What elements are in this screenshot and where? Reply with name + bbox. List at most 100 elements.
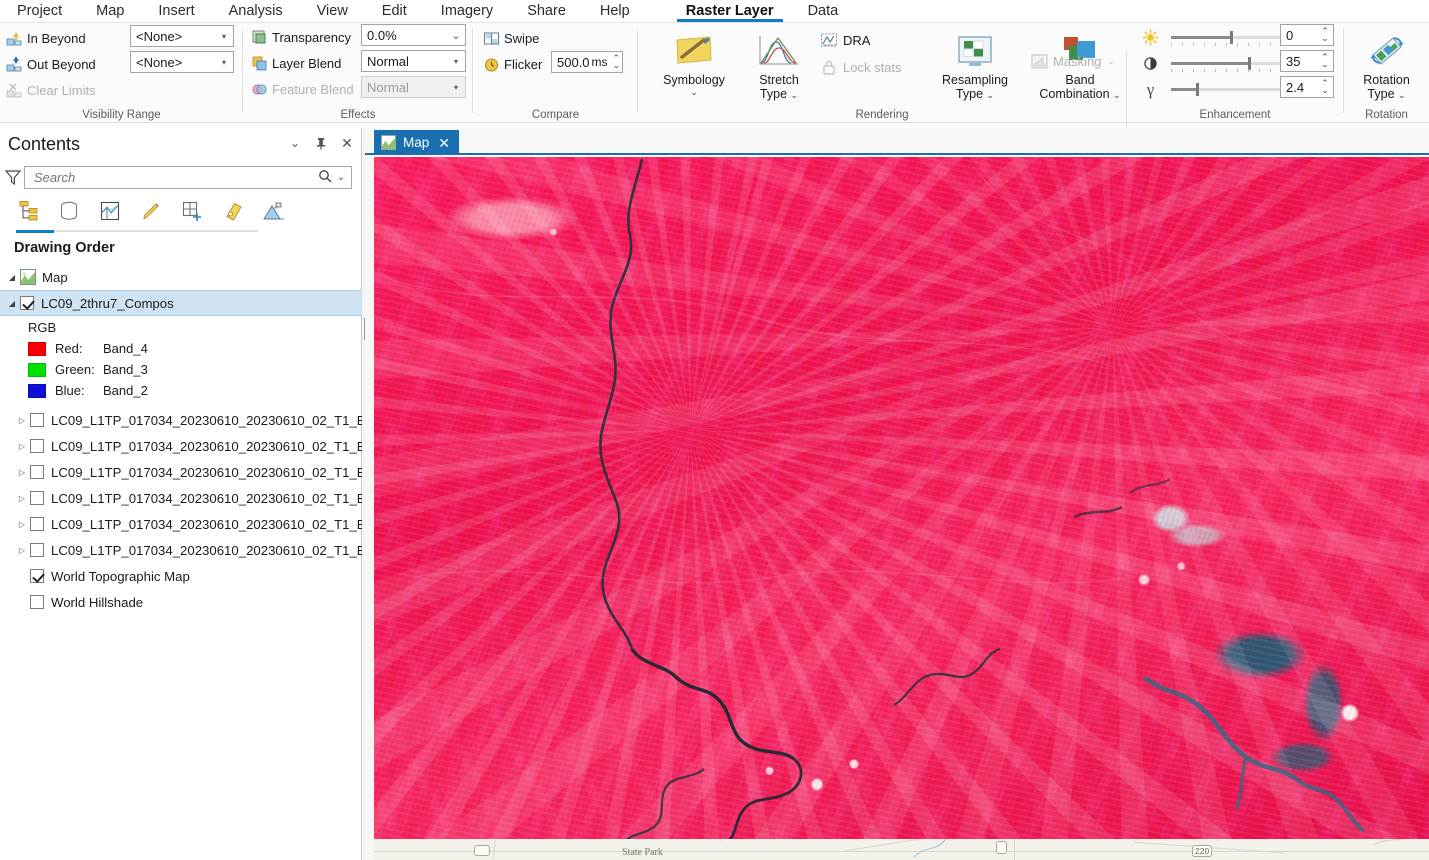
layer-visibility-checkbox[interactable] bbox=[30, 543, 44, 557]
expander-icon[interactable]: ▷ bbox=[14, 416, 30, 425]
chevron-down-icon: ▾ bbox=[221, 31, 226, 41]
contents-menu-button[interactable]: ⌄ bbox=[288, 136, 302, 150]
map-canvas[interactable]: State Park 220 bbox=[374, 157, 1429, 860]
tree-node-map[interactable]: ◢ Map bbox=[0, 264, 362, 290]
brightness-value: 0 bbox=[1286, 27, 1294, 43]
close-icon[interactable]: ✕ bbox=[436, 136, 450, 150]
list-by-drawing-order-icon[interactable] bbox=[16, 199, 40, 223]
gamma-track[interactable] bbox=[1171, 83, 1289, 96]
ribbon-tab-analysis[interactable]: Analysis bbox=[212, 0, 300, 22]
tree-node-composite-layer[interactable]: ◢ LC09_2thru7_Compos bbox=[0, 290, 362, 316]
list-by-labeling-icon[interactable] bbox=[221, 199, 245, 223]
expander-icon[interactable]: ▷ bbox=[14, 520, 30, 529]
flicker-row[interactable]: Flicker bbox=[483, 52, 542, 76]
ribbon-tab-view[interactable]: View bbox=[300, 0, 365, 22]
layer-visibility-checkbox[interactable] bbox=[30, 517, 44, 531]
tab-map[interactable]: Map ✕ bbox=[374, 130, 459, 155]
ribbon-tab-help[interactable]: Help bbox=[583, 0, 647, 22]
expander-icon[interactable]: ▷ bbox=[14, 494, 30, 503]
ribbon-tab-project[interactable]: Project bbox=[0, 0, 79, 22]
in-beyond-row[interactable]: In Beyond bbox=[6, 26, 126, 50]
stretch-type-button[interactable]: Stretch Type ⌄ bbox=[746, 29, 812, 102]
ribbon-tab-raster-layer[interactable]: Raster Layer bbox=[669, 0, 791, 22]
chevron-down-icon[interactable]: ⌄ bbox=[1107, 56, 1115, 67]
contents-close-button[interactable]: ✕ bbox=[340, 135, 354, 151]
brightness-stepper[interactable]: ⌃ ⌄ bbox=[1318, 27, 1332, 43]
gamma-stepper[interactable]: ⌃ ⌄ bbox=[1318, 79, 1332, 95]
search-input[interactable] bbox=[32, 168, 316, 186]
dra-button[interactable]: DRA bbox=[820, 28, 870, 52]
transparency-combo[interactable]: 0.0% ⌄ bbox=[361, 24, 466, 46]
gamma-slider-row[interactable]: γ bbox=[1142, 77, 1297, 102]
chevron-down-icon[interactable]: ⌄ bbox=[791, 90, 799, 100]
list-item[interactable]: ▷ LC09_L1TP_017034_20230610_20230610_02_… bbox=[0, 511, 396, 537]
symbology-button[interactable]: Symbology ⌄ bbox=[648, 29, 740, 98]
chevron-down-icon[interactable]: ⌄ bbox=[987, 90, 995, 100]
swipe-button[interactable]: Swipe bbox=[483, 26, 539, 50]
flicker-value: 500.0 bbox=[557, 54, 590, 70]
layer-visibility-checkbox[interactable] bbox=[30, 439, 44, 453]
list-by-snapping-icon[interactable] bbox=[180, 199, 204, 223]
expander-icon[interactable]: ▷ bbox=[14, 546, 30, 555]
gamma-thumb[interactable] bbox=[1196, 83, 1199, 96]
expander-icon[interactable]: ◢ bbox=[4, 299, 20, 308]
ribbon-tab-insert[interactable]: Insert bbox=[141, 0, 211, 22]
chevron-down-icon[interactable]: ⌄ bbox=[1113, 90, 1121, 100]
layer-visibility-checkbox[interactable] bbox=[30, 491, 44, 505]
contrast-spinbox[interactable]: 35 ⌃ ⌄ bbox=[1280, 50, 1334, 72]
search-box[interactable]: ⌄ bbox=[24, 165, 352, 189]
list-item[interactable]: World Hillshade bbox=[0, 589, 362, 615]
list-by-selection-icon[interactable] bbox=[98, 199, 122, 223]
list-item[interactable]: ▷ LC09_L1TP_017034_20230610_20230610_02_… bbox=[0, 433, 396, 459]
ribbon-tab-share[interactable]: Share bbox=[510, 0, 583, 22]
contrast-stepper[interactable]: ⌃ ⌄ bbox=[1318, 53, 1332, 69]
ribbon-tab-imagery[interactable]: Imagery bbox=[424, 0, 510, 22]
brightness-track[interactable] bbox=[1171, 31, 1289, 46]
contrast-slider-row[interactable] bbox=[1142, 51, 1297, 76]
layer-visibility-checkbox[interactable] bbox=[20, 296, 34, 310]
layer-visibility-checkbox[interactable] bbox=[30, 569, 44, 583]
filter-icon[interactable] bbox=[2, 166, 24, 188]
expander-icon[interactable]: ▷ bbox=[14, 468, 30, 477]
flicker-stepper[interactable]: ⌃ ⌄ bbox=[612, 54, 621, 70]
search-icon[interactable] bbox=[316, 169, 334, 186]
lock-stats-button[interactable]: Lock stats bbox=[820, 55, 902, 79]
resampling-type-button[interactable]: Resampling Type ⌄ bbox=[930, 29, 1020, 102]
flicker-spinbox[interactable]: 500.0 ms ⌃ ⌄ bbox=[551, 51, 623, 73]
gamma-spinbox[interactable]: 2.4 ⌃ ⌄ bbox=[1280, 76, 1334, 98]
ribbon-tab-edit[interactable]: Edit bbox=[365, 0, 424, 22]
ribbon-tab-data[interactable]: Data bbox=[791, 0, 856, 22]
contents-pin-button[interactable] bbox=[314, 136, 328, 150]
chevron-down-icon[interactable]: ⌄ bbox=[334, 172, 348, 183]
layer-visibility-checkbox[interactable] bbox=[30, 595, 44, 609]
flicker-units: ms bbox=[591, 55, 608, 69]
chevron-down-icon[interactable]: ⌄ bbox=[648, 87, 740, 98]
list-item[interactable]: ▷ LC09_L1TP_017034_20230610_20230610_02_… bbox=[0, 537, 396, 563]
masking-button[interactable]: Masking ⌄ bbox=[1030, 49, 1115, 73]
out-beyond-combo[interactable]: <None> ▾ bbox=[130, 51, 234, 73]
in-beyond-combo[interactable]: <None> ▾ bbox=[130, 25, 234, 47]
out-beyond-icon bbox=[6, 56, 23, 73]
rotation-type-button[interactable]: Rotation Type ⌄ bbox=[1344, 29, 1429, 102]
chevron-down-icon: ⌄ bbox=[451, 29, 461, 42]
list-item[interactable]: ▷ LC09_L1TP_017034_20230610_20230610_02_… bbox=[0, 407, 396, 433]
contents-search-row: ⌄ bbox=[0, 164, 362, 190]
expander-icon[interactable]: ▷ bbox=[14, 442, 30, 451]
clear-limits-button[interactable]: Clear Limits bbox=[6, 78, 146, 102]
ribbon-tab-map[interactable]: Map bbox=[79, 0, 141, 22]
out-beyond-row[interactable]: Out Beyond bbox=[6, 52, 126, 76]
layer-blend-combo[interactable]: Normal ▾ bbox=[361, 50, 466, 72]
contrast-track[interactable] bbox=[1171, 57, 1289, 72]
list-item[interactable]: ▷ LC09_L1TP_017034_20230610_20230610_02_… bbox=[0, 485, 396, 511]
layer-visibility-checkbox[interactable] bbox=[30, 413, 44, 427]
brightness-slider-row[interactable] bbox=[1142, 25, 1297, 50]
chevron-down-icon[interactable]: ⌄ bbox=[1398, 90, 1406, 100]
brightness-spinbox[interactable]: 0 ⌃ ⌄ bbox=[1280, 24, 1334, 46]
list-item[interactable]: World Topographic Map bbox=[0, 563, 362, 589]
list-by-editing-icon[interactable] bbox=[139, 199, 163, 223]
list-by-data-source-icon[interactable] bbox=[57, 199, 81, 223]
list-by-diagram-icon[interactable] bbox=[262, 199, 286, 223]
list-item[interactable]: ▷ LC09_L1TP_017034_20230610_20230610_02_… bbox=[0, 459, 396, 485]
expander-icon[interactable]: ◢ bbox=[4, 273, 20, 282]
layer-visibility-checkbox[interactable] bbox=[30, 465, 44, 479]
